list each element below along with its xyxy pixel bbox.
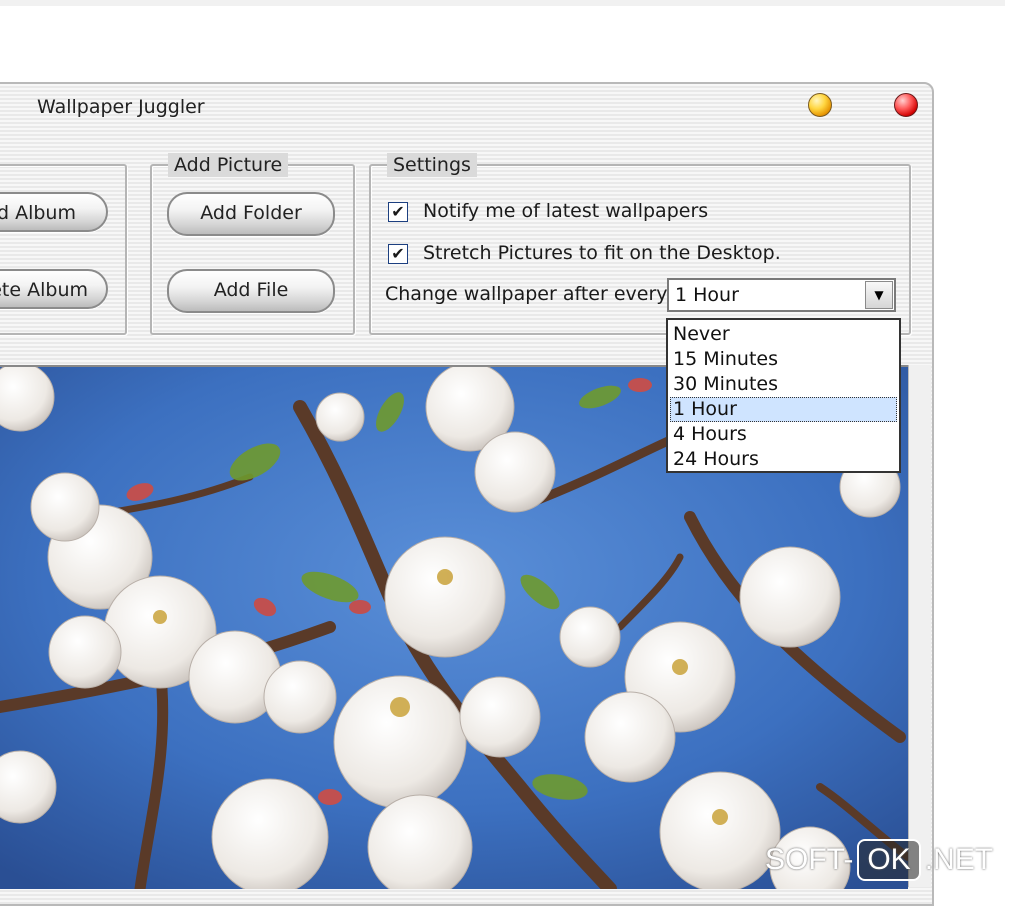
notify-label[interactable]: Notify me of latest wallpapers <box>423 200 708 222</box>
check-icon: ✔ <box>391 244 405 263</box>
chevron-down-icon[interactable]: ▼ <box>865 281 893 309</box>
window-title: Wallpaper Juggler <box>37 96 205 118</box>
option-4-hours[interactable]: 4 Hours <box>670 422 897 447</box>
add-folder-label: Add Folder <box>200 202 302 224</box>
preview-scrollbar[interactable] <box>908 365 931 887</box>
delete-album-label: ete Album <box>0 279 88 301</box>
stretch-label[interactable]: Stretch Pictures to fit on the Desktop. <box>423 242 781 264</box>
option-1-hour[interactable]: 1 Hour <box>670 397 897 422</box>
interval-label: Change wallpaper after every <box>385 283 668 305</box>
interval-select[interactable]: 1 Hour ▼ <box>667 278 896 312</box>
option-15-minutes[interactable]: 15 Minutes <box>670 347 897 372</box>
stretch-checkbox[interactable]: ✔ <box>388 244 408 264</box>
notify-checkbox[interactable]: ✔ <box>388 202 408 222</box>
add-album-button[interactable]: ld Album <box>0 192 108 232</box>
close-icon[interactable] <box>894 93 918 117</box>
option-30-minutes[interactable]: 30 Minutes <box>670 372 897 397</box>
add-file-label: Add File <box>213 279 289 301</box>
add-picture-legend: Add Picture <box>168 153 289 177</box>
add-folder-button[interactable]: Add Folder <box>167 192 335 236</box>
check-icon: ✔ <box>391 202 405 221</box>
interval-dropdown-list: Never 15 Minutes 30 Minutes 1 Hour 4 Hou… <box>666 318 901 473</box>
watermark-left: SOFT- <box>765 843 854 876</box>
watermark-box: OK <box>857 839 921 881</box>
add-file-button[interactable]: Add File <box>167 269 335 313</box>
albums-group <box>0 164 127 335</box>
interval-value: 1 Hour <box>675 284 739 306</box>
watermark: SOFT- OK .NET <box>765 838 993 882</box>
top-border <box>0 0 1005 6</box>
add-album-label: ld Album <box>0 202 76 224</box>
minimize-icon[interactable] <box>808 93 832 117</box>
settings-legend: Settings <box>387 153 477 177</box>
option-never[interactable]: Never <box>670 322 897 347</box>
watermark-right: .NET <box>924 843 994 876</box>
delete-album-button[interactable]: ete Album <box>0 269 108 309</box>
option-24-hours[interactable]: 24 Hours <box>670 447 897 472</box>
